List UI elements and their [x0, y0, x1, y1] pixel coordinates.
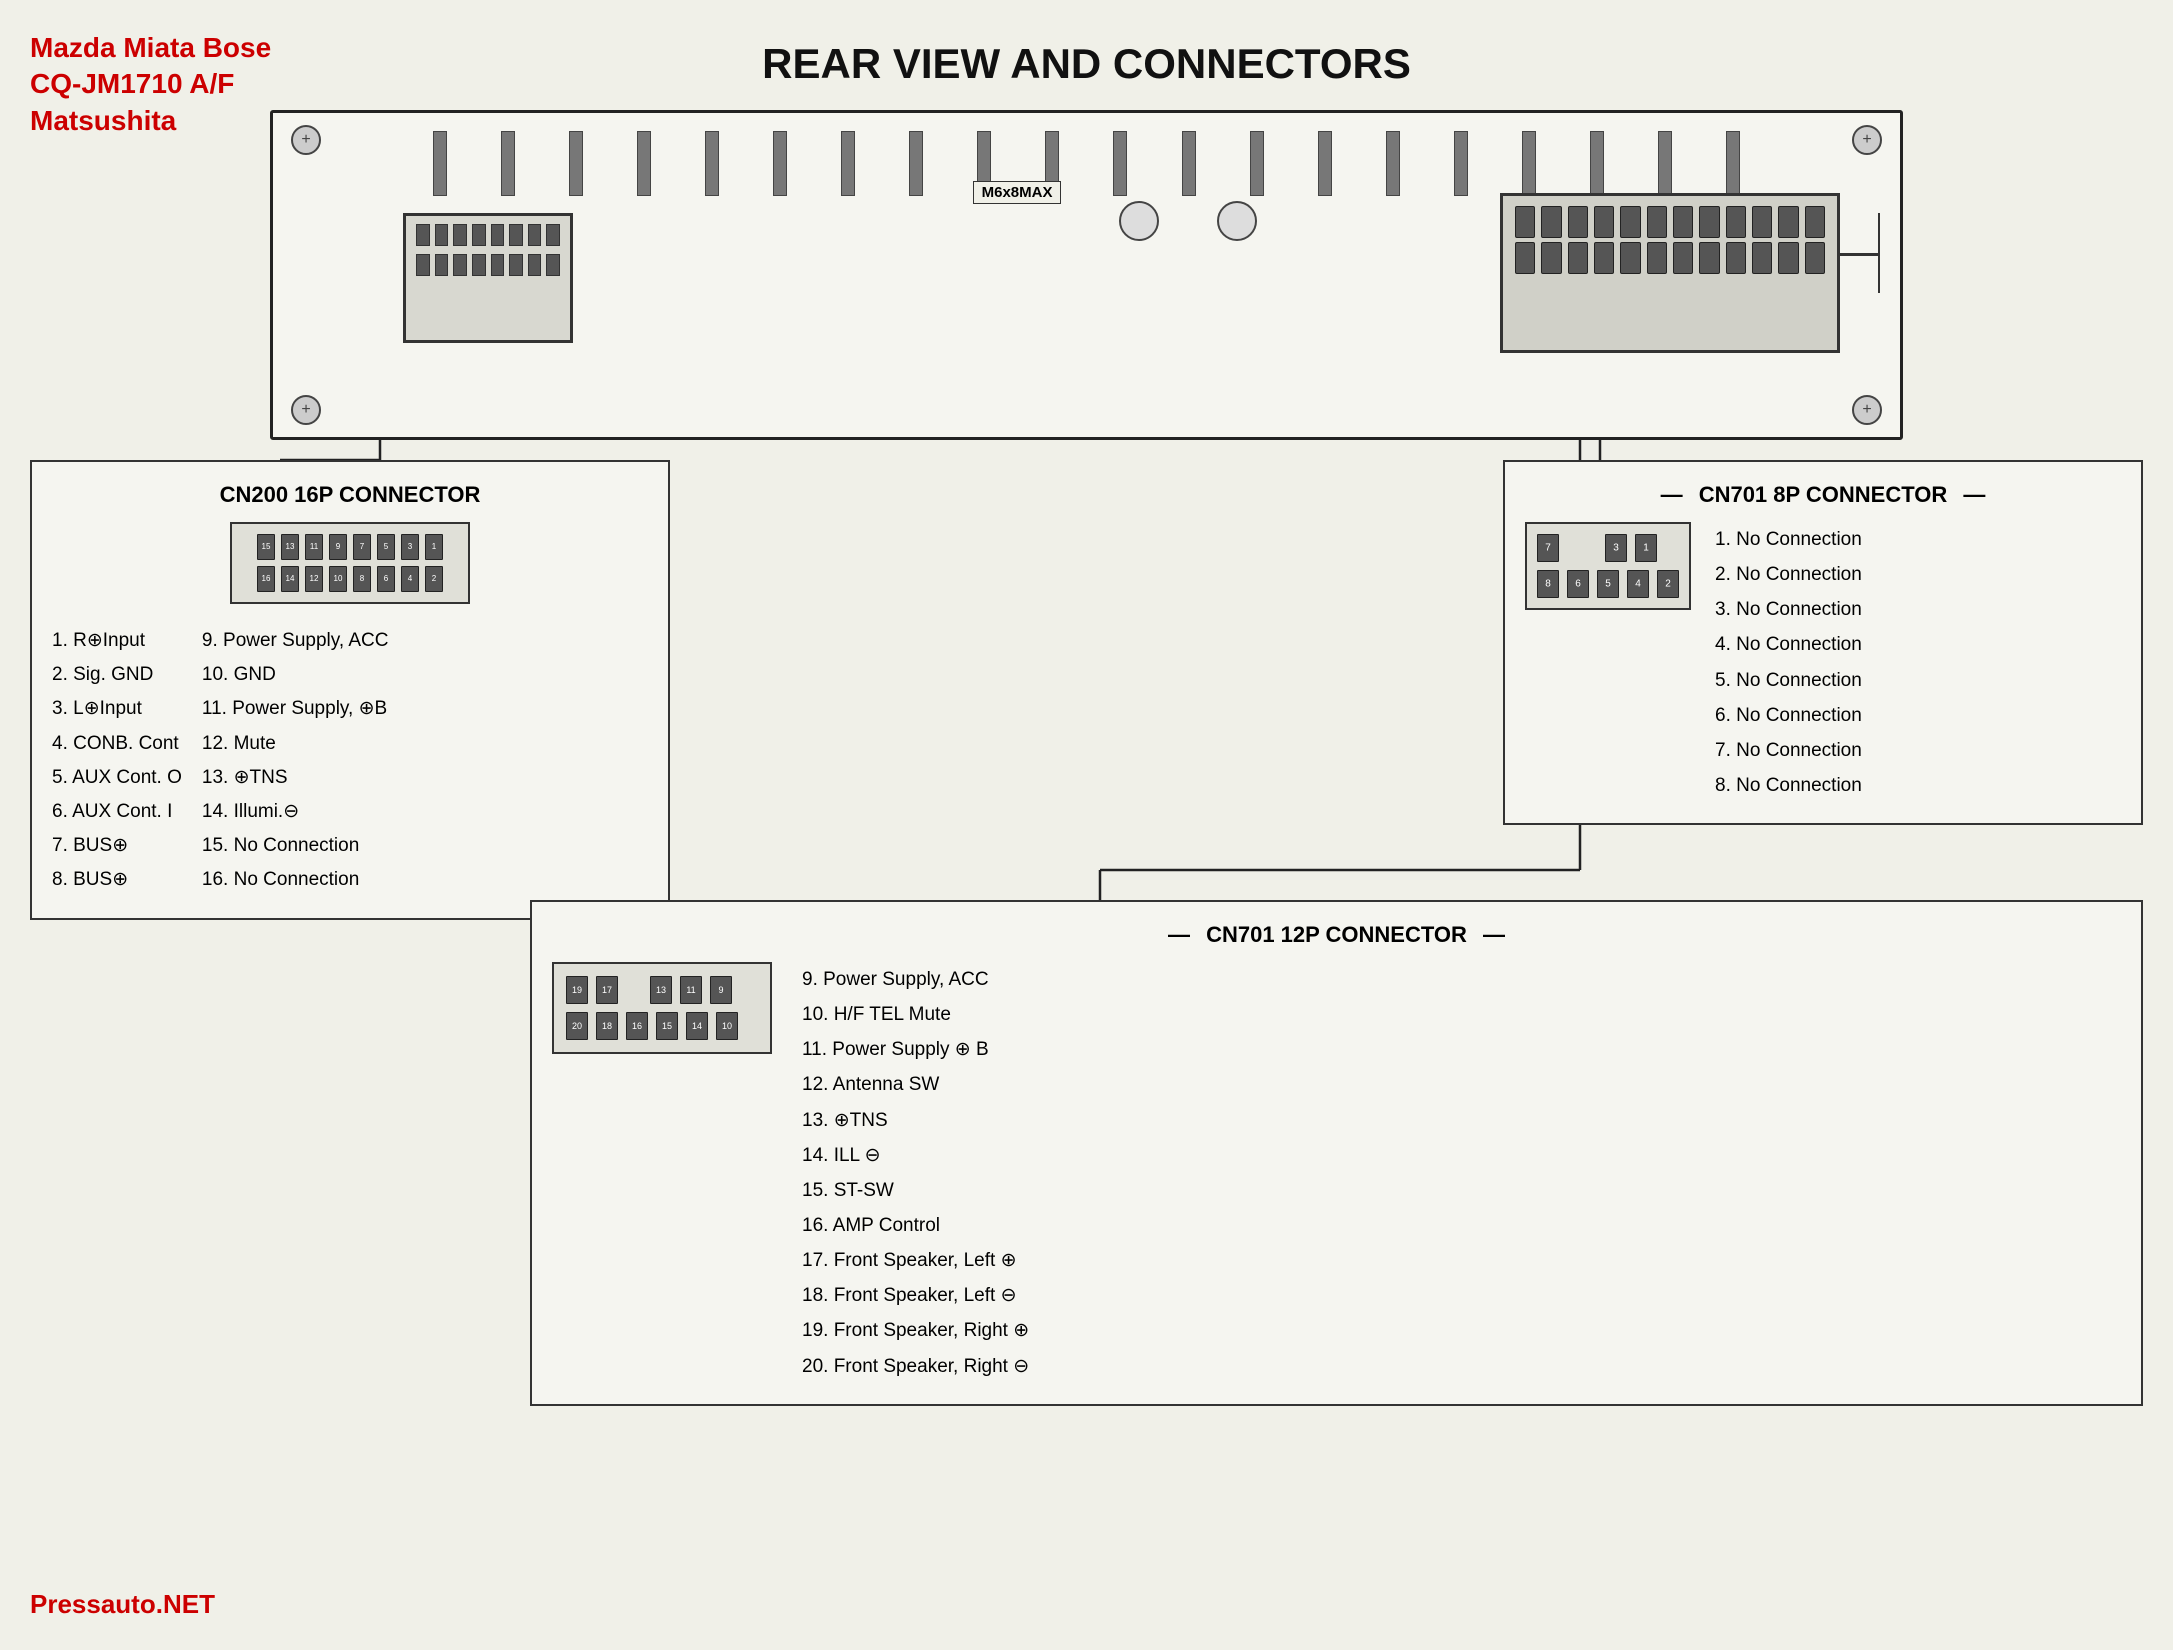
screw-tr: +: [1852, 125, 1882, 155]
cn701-8p-connector-diagram: 7 3 1 8 6 5 4 2: [1525, 522, 1691, 610]
page: Mazda Miata Bose CQ-JM1710 A/F Matsushit…: [0, 0, 2173, 1650]
cn200-box: CN200 16P CONNECTOR 15 13 11 9 7 5 3 1 1…: [30, 460, 670, 920]
screw-br: +: [1852, 395, 1882, 425]
top-left-title: Mazda Miata Bose CQ-JM1710 A/F Matsushit…: [30, 30, 271, 139]
unit-left-connector: [403, 213, 573, 343]
cn200-pins-right: 9. Power Supply, ACC 10. GND 11. Power S…: [202, 624, 389, 898]
unit-circle-2: [1217, 201, 1257, 241]
cn200-pins-left: 1. R⊕Input 2. Sig. GND 3. L⊕Input 4. CON…: [52, 624, 182, 898]
cn701-8p-box: — CN701 8P CONNECTOR — 7 3 1 8 6 5 4: [1503, 460, 2143, 825]
unit-right-connector: [1500, 193, 1840, 353]
main-title: REAR VIEW AND CONNECTORS: [40, 30, 2133, 88]
screw-tl: +: [291, 125, 321, 155]
cn701-12p-box: — CN701 12P CONNECTOR — 19 17 13 11 9 20: [530, 900, 2143, 1406]
cn200-title: CN200 16P CONNECTOR: [52, 482, 648, 508]
cn701-8p-pin-list: 1. No Connection 2. No Connection 3. No …: [1715, 522, 1862, 803]
cn701-12p-connector-diagram: 19 17 13 11 9 20 18 16 15 14 10: [552, 962, 772, 1054]
cn200-pin-list: 1. R⊕Input 2. Sig. GND 3. L⊕Input 4. CON…: [52, 624, 648, 898]
cn701-8p-content: 7 3 1 8 6 5 4 2 1. No Connection 2. No C…: [1525, 522, 2121, 803]
cn701-12p-content: 19 17 13 11 9 20 18 16 15 14 10: [552, 962, 2121, 1384]
cn701-12p-pin-list: 9. Power Supply, ACC 10. H/F TEL Mute 11…: [802, 962, 1029, 1384]
screw-bl: +: [291, 395, 321, 425]
unit-circle-1: [1119, 201, 1159, 241]
website-url: Pressauto.NET: [30, 1589, 215, 1620]
cn701-12p-title: — CN701 12P CONNECTOR —: [552, 922, 2121, 948]
unit-model-label: M6x8MAX: [973, 181, 1062, 204]
cn701-8p-title: — CN701 8P CONNECTOR —: [1525, 482, 2121, 508]
cn200-connector-diagram: 15 13 11 9 7 5 3 1 16 14 12 10 8 6 4 2: [230, 522, 470, 604]
unit-diagram: + + + +: [270, 110, 1903, 440]
